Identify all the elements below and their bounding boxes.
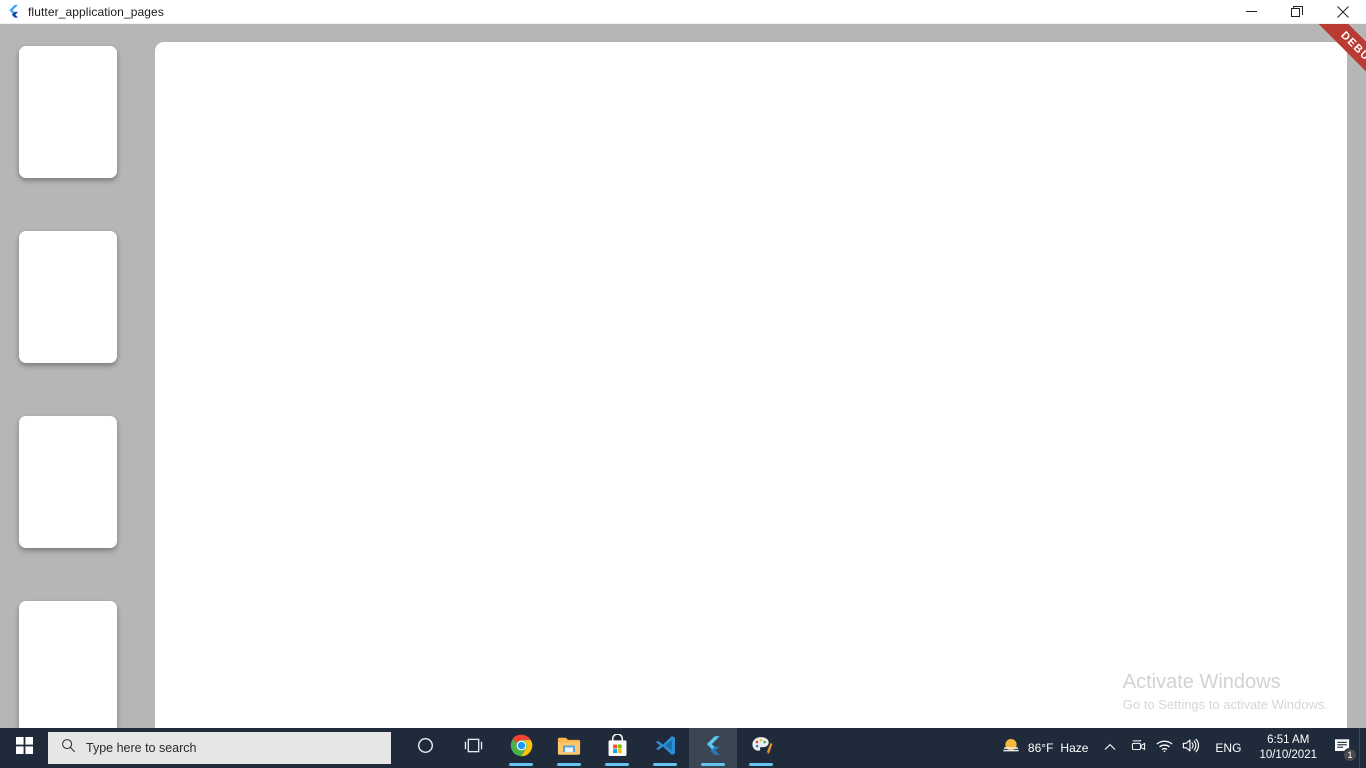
tray-clock[interactable]: 6:51 AM 10/10/2021 [1249, 728, 1327, 768]
flutter-logo-icon [6, 4, 21, 19]
flutter-app-body: DEBUG Activate Windows Go to Settings to… [0, 24, 1366, 732]
rail-card[interactable] [19, 231, 117, 363]
windows-taskbar: Type here to search 86°F Haze ENG 6:51 A… [0, 728, 1366, 768]
chrome-icon [510, 734, 533, 762]
taskbar-item-file-explorer[interactable] [545, 728, 593, 768]
window-titlebar: flutter_application_pages [0, 0, 1366, 24]
tray-overflow-button[interactable] [1097, 728, 1123, 768]
flutter-logo-icon [702, 735, 724, 762]
taskbar-item-paint[interactable] [737, 728, 785, 768]
show-desktop-button[interactable] [1359, 728, 1364, 768]
search-input[interactable]: Type here to search [48, 732, 391, 764]
vscode-icon [654, 734, 677, 762]
folder-icon [557, 736, 581, 761]
chevron-up-icon [1104, 739, 1116, 757]
notification-center-button[interactable]: 1 [1327, 728, 1359, 768]
search-placeholder: Type here to search [86, 741, 197, 755]
windows-logo-icon [15, 737, 33, 759]
tray-weather-widget[interactable]: 86°F Haze [992, 728, 1098, 768]
minimize-button[interactable] [1228, 0, 1274, 24]
speaker-icon[interactable] [1182, 738, 1200, 758]
window-title: flutter_application_pages [28, 4, 164, 19]
task-view-icon [464, 737, 483, 759]
window-controls [1228, 0, 1366, 24]
rail-card[interactable] [19, 416, 117, 548]
taskbar-item-flutter-app[interactable] [689, 728, 737, 768]
titlebar-left-group: flutter_application_pages [0, 0, 164, 23]
cortana-circle-icon [417, 737, 434, 759]
taskbar-app-icons [401, 728, 785, 768]
activate-windows-watermark: Activate Windows Go to Settings to activ… [1123, 669, 1328, 715]
watermark-title: Activate Windows [1122, 670, 1281, 693]
tray-clock-time: 6:51 AM [1267, 734, 1310, 747]
tray-clock-date: 10/10/2021 [1259, 749, 1317, 761]
main-content-panel [155, 42, 1347, 732]
tray-language-indicator[interactable]: ENG [1207, 741, 1249, 755]
taskbar-item-task-view[interactable] [449, 728, 497, 768]
tray-weather-temp: 86°F [1027, 741, 1054, 755]
wifi-icon[interactable] [1156, 739, 1173, 758]
rail-card[interactable] [19, 601, 117, 732]
taskbar-item-cortana[interactable] [401, 728, 449, 768]
card-rail-sidebar [0, 24, 155, 732]
meet-now-camera-icon[interactable] [1131, 738, 1147, 759]
system-tray: 86°F Haze ENG 6:51 AM 10/10/2021 1 [992, 728, 1366, 768]
taskbar-item-microsoft-store[interactable] [593, 728, 641, 768]
start-button[interactable] [0, 728, 48, 768]
maximize-restore-button[interactable] [1274, 0, 1320, 24]
notification-badge-count: 1 [1343, 748, 1357, 762]
search-icon [61, 738, 76, 758]
store-bag-icon [607, 733, 628, 762]
tray-system-icons [1123, 728, 1207, 768]
taskbar-item-chrome[interactable] [497, 728, 545, 768]
tray-weather-condition: Haze [1060, 741, 1089, 755]
paint-palette-icon [750, 734, 773, 762]
sun-haze-icon [1001, 736, 1021, 761]
watermark-subtitle: Go to Settings to activate Windows. [1122, 696, 1328, 712]
taskbar-item-vs-code[interactable] [641, 728, 689, 768]
close-button[interactable] [1320, 0, 1366, 24]
rail-card[interactable] [19, 46, 117, 178]
